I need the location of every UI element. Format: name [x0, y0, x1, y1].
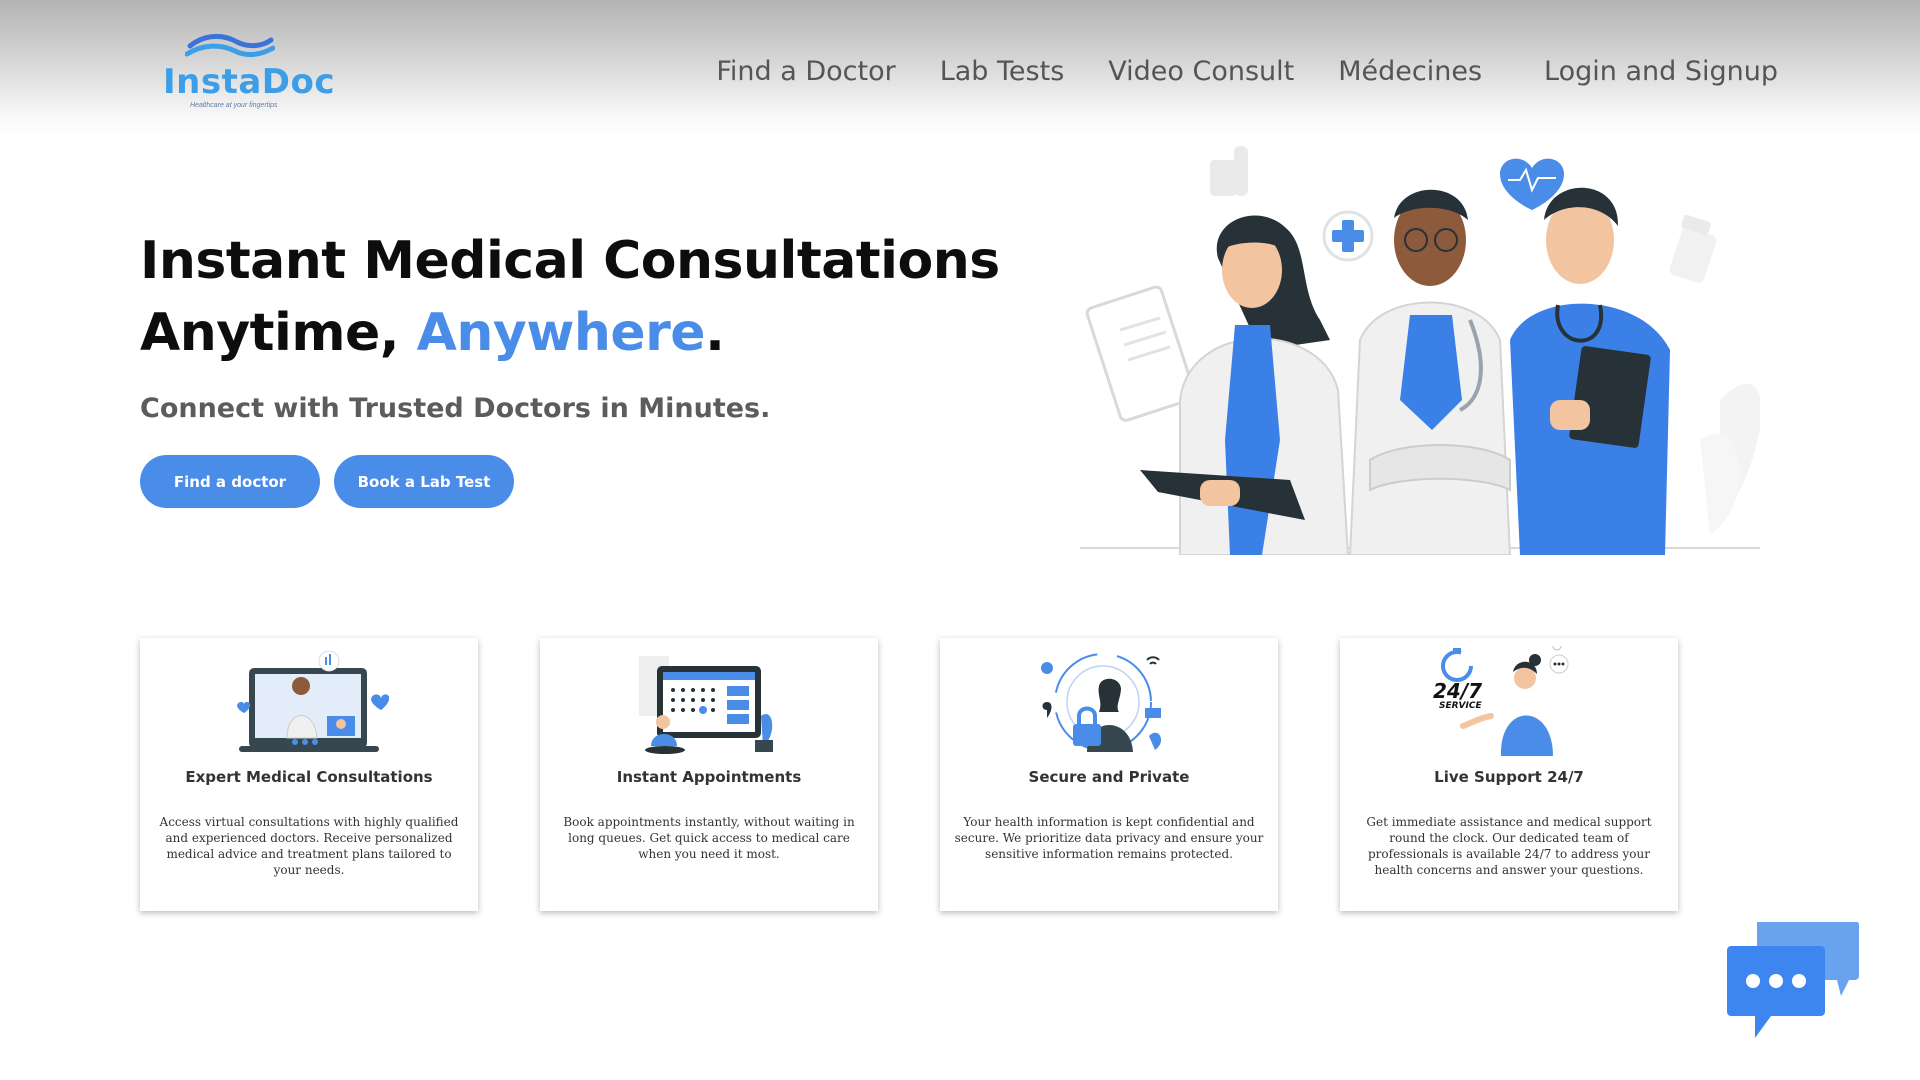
video-consultation-illustration — [237, 650, 389, 752]
feature-card-consultations[interactable]: Expert Medical Consultations Access virt… — [140, 638, 478, 911]
logo-waves-icon — [185, 34, 275, 58]
nav-item-find-doctor[interactable]: Find a Doctor — [716, 56, 895, 87]
hero-title: Instant Medical Consultations Anytime, A… — [140, 225, 1000, 369]
plant-leaf-decor-icon — [1700, 383, 1760, 535]
brand-logo[interactable]: InstaDoc Healthcare at your fingertips — [160, 32, 335, 116]
chat-bubbles-icon[interactable] — [1725, 920, 1861, 1040]
feature-title: Instant Appointments — [616, 768, 802, 786]
nav-item-medecines[interactable]: Médecines — [1338, 56, 1482, 87]
feature-title: Live Support 24/7 — [1434, 768, 1584, 786]
feature-description: Your health information is kept confiden… — [954, 815, 1264, 861]
hero-subtitle: Connect with Trusted Doctors in Minutes. — [140, 393, 771, 424]
doctor-man-figure — [1348, 189, 1512, 555]
feature-title: Expert Medical Consultations — [185, 768, 433, 786]
nav-item-lab-tests[interactable]: Lab Tests — [940, 56, 1065, 87]
thumbs-up-decor-icon — [1210, 146, 1248, 196]
hero-title-line1: Instant Medical Consultations — [140, 231, 1000, 291]
brand-name: InstaDoc — [163, 62, 336, 102]
site-header: InstaDoc Healthcare at your fingertips F… — [0, 0, 1920, 135]
hero-title-suffix: . — [705, 303, 725, 363]
feature-card-appointments[interactable]: Instant Appointments Book appointments i… — [540, 638, 878, 911]
feature-description: Access virtual consultations with highly… — [159, 815, 459, 877]
nav-item-video-consult[interactable]: Video Consult — [1108, 56, 1294, 87]
support-agent-illustration: 24/7 SERVICE — [1433, 646, 1569, 756]
feature-title: Secure and Private — [1028, 768, 1190, 786]
hero-title-accent: Anywhere — [416, 303, 706, 363]
feature-description: Book appointments instantly, without wai… — [563, 815, 855, 861]
feature-card-secure[interactable]: Secure and Private Your health informati… — [940, 638, 1278, 911]
main-nav: Find a Doctor Lab Tests Video Consult Mé… — [672, 56, 1778, 87]
book-lab-test-button[interactable]: Book a Lab Test — [334, 455, 514, 508]
pill-bottle-decor-icon — [1669, 214, 1717, 283]
doctor-nurse-figure — [1510, 187, 1670, 555]
doctors-illustration — [1080, 146, 1760, 555]
hero-title-prefix: Anytime, — [140, 303, 417, 363]
badge-service: SERVICE — [1439, 701, 1482, 711]
badge-24-7: 24/7 — [1433, 679, 1482, 703]
find-doctor-button[interactable]: Find a doctor — [140, 455, 320, 508]
feature-description: Get immediate assistance and medical sup… — [1366, 815, 1652, 877]
feature-card-support[interactable]: 24/7 SERVICE Live Support 24/7 Get immed… — [1340, 638, 1678, 911]
calendar-booking-illustration — [639, 656, 773, 754]
nav-login-signup[interactable]: Login and Signup — [1544, 56, 1778, 87]
brand-tagline: Healthcare at your fingertips — [190, 102, 278, 109]
security-lock-illustration — [1041, 653, 1162, 752]
plus-badge-icon — [1322, 210, 1374, 262]
